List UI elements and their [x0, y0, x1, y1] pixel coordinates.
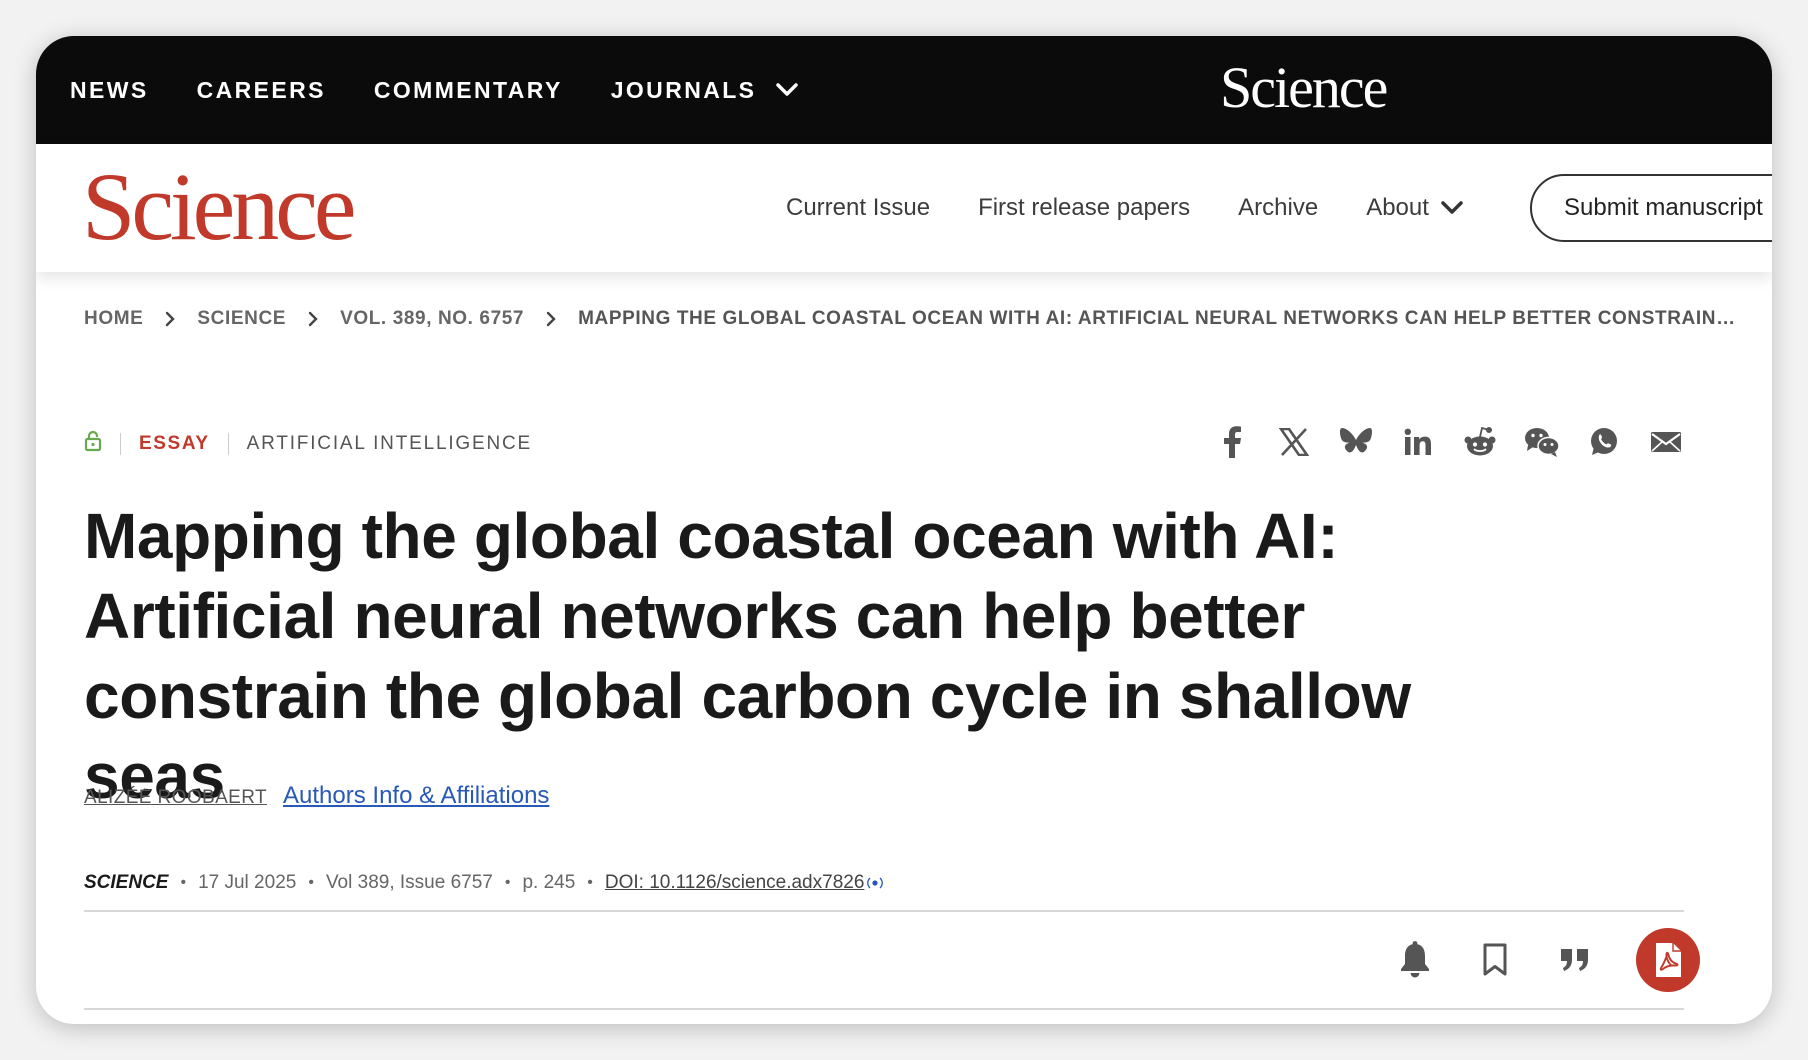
article-type-badge: ESSAY — [139, 432, 210, 454]
top-nav-careers[interactable]: CAREERS — [197, 77, 326, 104]
citation-page: p. 245 — [522, 872, 576, 893]
top-nav-careers-label: CAREERS — [196, 76, 326, 103]
doi-link[interactable]: DOI: 10.1126/science.adx7826 — [605, 872, 865, 894]
meta-divider — [120, 432, 121, 455]
quote-icon[interactable] — [1548, 928, 1602, 992]
author-line: ALIZÉE ROOBAERT Authors Info & Affiliati… — [84, 782, 549, 810]
top-nav-news[interactable]: NEWS — [70, 77, 149, 104]
reddit-icon[interactable] — [1460, 422, 1500, 462]
science-brand-logo[interactable]: Science — [82, 159, 356, 255]
meta-divider — [227, 432, 229, 455]
linkedin-icon[interactable] — [1398, 422, 1438, 462]
lock-icon — [84, 430, 102, 457]
breadcrumb-science[interactable]: SCIENCE — [197, 308, 286, 330]
divider-line — [84, 1008, 1684, 1010]
citation-journal: SCIENCE — [84, 872, 169, 893]
bluesky-icon[interactable] — [1336, 422, 1376, 462]
nav-about[interactable]: About — [1366, 194, 1463, 222]
altmetric-icon[interactable] — [866, 876, 884, 890]
wechat-icon[interactable] — [1522, 422, 1562, 462]
breadcrumb: HOME SCIENCE VOL. 389, NO. 6757 MAPPING … — [84, 308, 1736, 330]
pdf-icon[interactable] — [1636, 928, 1700, 992]
article-topic-link[interactable]: ARTIFICIAL INTELLIGENCE — [247, 433, 532, 455]
chevron-down-icon — [776, 83, 799, 96]
top-nav-news-label: NEWS — [70, 76, 149, 103]
nav-current-issue[interactable]: Current Issue — [786, 194, 930, 222]
chevron-down-icon — [1441, 201, 1463, 214]
facebook-icon[interactable] — [1212, 422, 1252, 462]
article-title: Mapping the global coastal ocean with AI… — [84, 500, 1411, 812]
breadcrumb-volume[interactable]: VOL. 389, NO. 6757 — [340, 308, 524, 330]
author-link[interactable]: ALIZÉE ROOBAERT — [84, 787, 267, 809]
citation-separator: • — [587, 874, 593, 891]
share-toolbar — [1212, 422, 1686, 462]
site-header: Science Current Issue First release pape… — [36, 144, 1772, 272]
breadcrumb-current: MAPPING THE GLOBAL COASTAL OCEAN WITH AI… — [578, 308, 1736, 329]
authors-info-affiliations-link[interactable]: Authors Info & Affiliations — [283, 782, 549, 810]
citation-date: 17 Jul 2025 — [198, 872, 297, 893]
breadcrumb-home[interactable]: HOME — [84, 308, 143, 330]
browser-frame: NEWS CAREERS COMMENTARY JOURNALS Science… — [36, 36, 1772, 1024]
whatsapp-icon[interactable] — [1584, 422, 1624, 462]
citation-volume: Vol 389, Issue 6757 — [325, 872, 493, 893]
article-meta-row: ESSAY ARTIFICIAL INTELLIGENCE — [84, 430, 532, 457]
top-nav: NEWS CAREERS COMMENTARY JOURNALS — [70, 36, 799, 144]
chevron-right-icon — [308, 311, 318, 327]
main-nav: Current Issue First release papers Archi… — [786, 144, 1463, 272]
nav-about-label: About — [1366, 194, 1429, 221]
top-nav-journals[interactable]: JOURNALS — [611, 77, 799, 104]
divider-line — [84, 910, 1684, 912]
top-bar: NEWS CAREERS COMMENTARY JOURNALS Science — [36, 36, 1772, 144]
bookmark-icon[interactable] — [1468, 928, 1522, 992]
citation-separator: • — [180, 874, 187, 891]
top-nav-commentary-label: COMMENTARY — [373, 76, 563, 103]
email-icon[interactable] — [1646, 422, 1686, 462]
top-nav-commentary[interactable]: COMMENTARY — [374, 77, 563, 104]
citation-separator: • — [504, 874, 511, 891]
chevron-right-icon — [165, 311, 176, 327]
bell-icon[interactable] — [1388, 928, 1442, 992]
article-tools — [1388, 928, 1700, 992]
submit-manuscript-button[interactable]: Submit manuscript — [1530, 174, 1772, 242]
citation-line: SCIENCE • 17 Jul 2025 • Vol 389, Issue 6… — [84, 872, 884, 894]
nav-archive[interactable]: Archive — [1238, 194, 1318, 222]
top-nav-journals-label: JOURNALS — [610, 76, 757, 103]
science-logo-white[interactable]: Science — [1220, 54, 1388, 121]
x-icon[interactable] — [1274, 422, 1314, 462]
citation-separator: • — [308, 874, 314, 891]
chevron-right-icon — [546, 311, 556, 327]
nav-first-release-papers[interactable]: First release papers — [978, 194, 1190, 222]
